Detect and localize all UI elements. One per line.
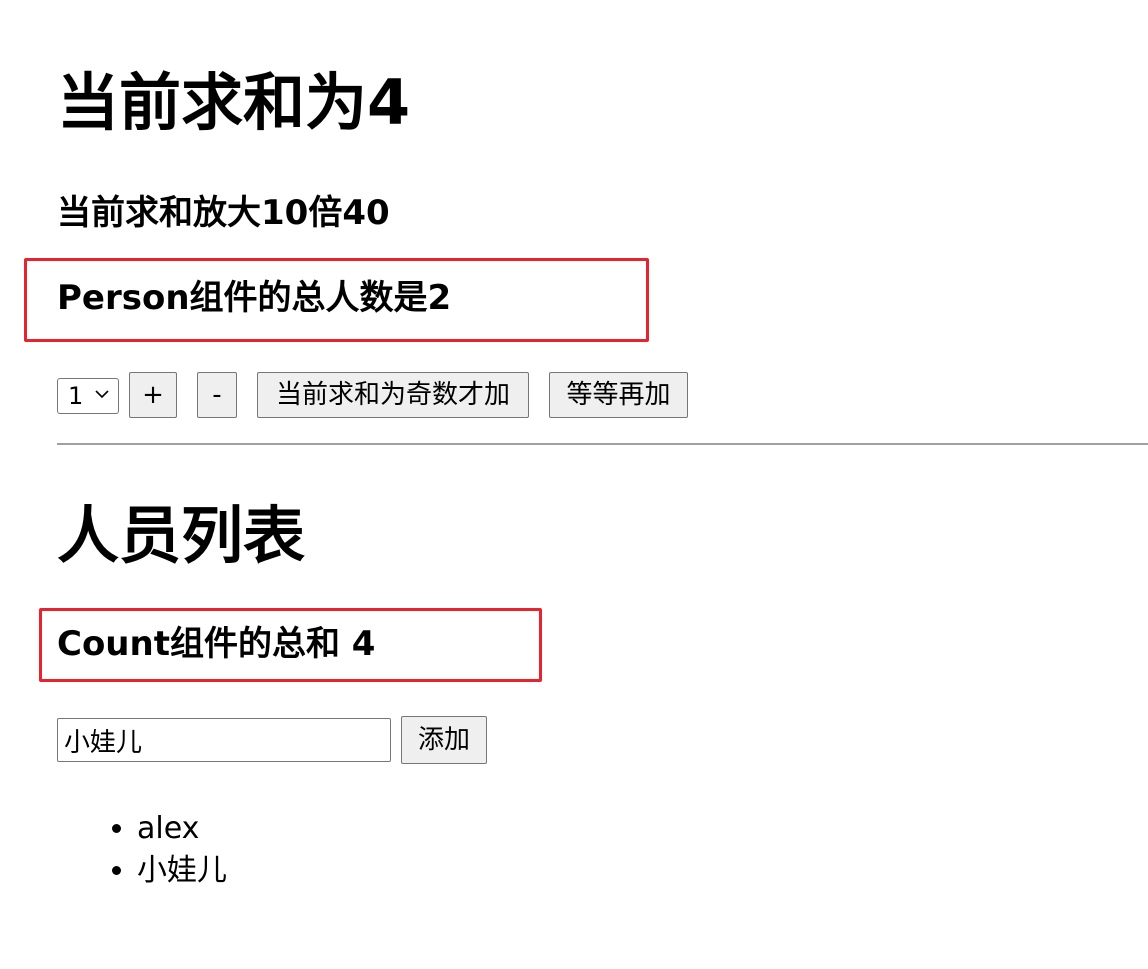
- decrement-button[interactable]: -: [197, 372, 237, 418]
- person-total-heading: Person组件的总人数是2: [57, 278, 452, 318]
- list-item: alex: [137, 808, 227, 850]
- add-button[interactable]: 添加: [401, 716, 487, 764]
- person-list-heading: 人员列表: [57, 499, 306, 572]
- chevron-down-icon: [95, 390, 109, 399]
- sum-heading: 当前求和为4: [57, 66, 411, 139]
- increment-async-button[interactable]: 等等再加: [549, 372, 688, 418]
- select-value: 1: [68, 382, 84, 410]
- increment-step-select[interactable]: 1: [57, 378, 119, 414]
- increment-button[interactable]: +: [129, 372, 177, 418]
- name-input[interactable]: [57, 718, 391, 762]
- count-total-heading: Count组件的总和 4: [57, 624, 376, 664]
- sum-x10-heading: 当前求和放大10倍40: [57, 193, 390, 233]
- section-divider: [57, 443, 1148, 445]
- list-item: 小娃儿: [137, 850, 227, 892]
- person-list: alex 小娃儿: [57, 808, 227, 892]
- increment-if-odd-button[interactable]: 当前求和为奇数才加: [257, 372, 529, 418]
